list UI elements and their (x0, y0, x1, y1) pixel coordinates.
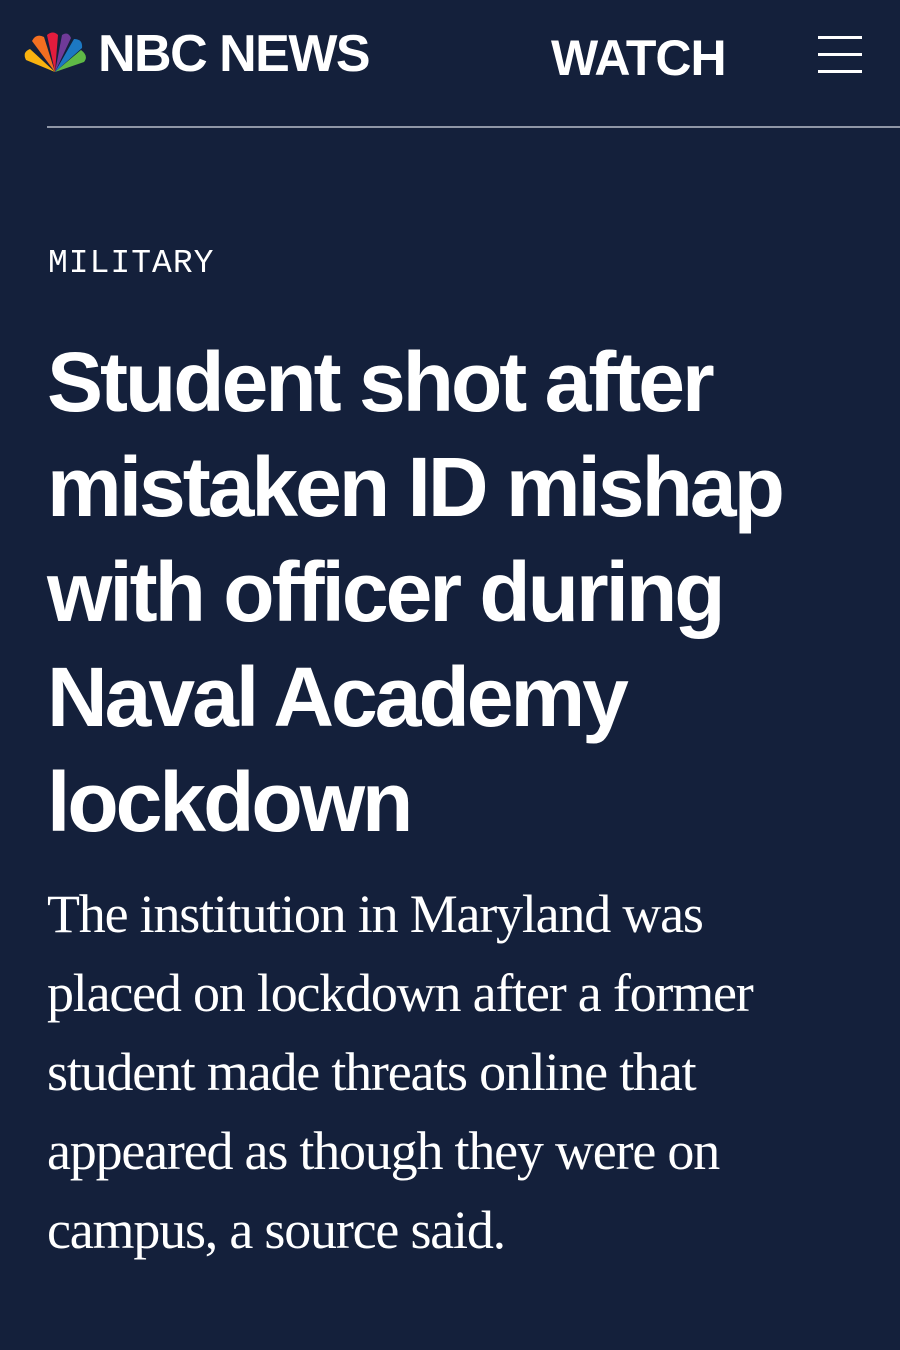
nbc-peacock-icon (24, 32, 86, 72)
nbc-news-logo-link[interactable]: NBC NEWS (22, 24, 371, 84)
header-divider (47, 126, 900, 128)
site-header: NBC NEWS WATCH (0, 0, 900, 128)
menu-bar-top (818, 36, 862, 39)
hamburger-menu-icon[interactable] (812, 32, 868, 80)
category-label[interactable]: MILITARY (48, 246, 214, 282)
menu-bar-middle (818, 53, 862, 56)
article-headline: Student shot after mistaken ID mishap wi… (47, 335, 785, 849)
brand-wordmark: NBC NEWS (98, 25, 371, 83)
watch-link[interactable]: WATCH (551, 30, 727, 86)
menu-bar-bottom (818, 70, 862, 73)
article-dek: The institution in Maryland was placed o… (47, 884, 754, 1260)
